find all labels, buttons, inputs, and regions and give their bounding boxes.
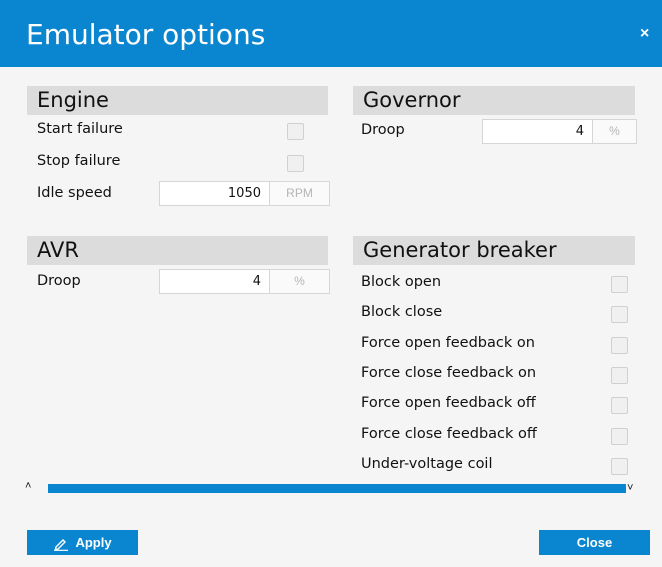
avr-droop-value[interactable]: 4 <box>160 270 270 293</box>
start-failure-label: Start failure <box>37 121 123 137</box>
pencil-icon <box>54 538 69 551</box>
idle-speed-unit: RPM <box>270 182 329 205</box>
governor-droop-unit: % <box>593 120 636 143</box>
scroll-up-icon[interactable]: ˄ <box>25 480 31 492</box>
block-open-checkbox[interactable] <box>611 276 628 293</box>
block-open-label: Block open <box>361 274 442 290</box>
under-voltage-coil-label: Under-voltage coil <box>361 456 493 472</box>
governor-droop-input[interactable]: 4 % <box>482 119 637 144</box>
under-voltage-coil-checkbox[interactable] <box>611 458 628 475</box>
force-open-feedback-off-checkbox[interactable] <box>611 397 628 414</box>
force-close-feedback-on-checkbox[interactable] <box>611 367 628 384</box>
generator-breaker-section-header: Generator breaker <box>353 236 635 265</box>
force-close-feedback-off-label: Force close feedback off <box>361 426 537 442</box>
avr-droop-label: Droop <box>37 273 81 289</box>
avr-droop-unit: % <box>270 270 329 293</box>
governor-droop-label: Droop <box>361 122 405 138</box>
block-close-checkbox[interactable] <box>611 306 628 323</box>
force-open-feedback-off-label: Force open feedback off <box>361 395 536 411</box>
close-button[interactable]: Close <box>539 530 650 555</box>
title-bar: Emulator options × <box>0 0 662 67</box>
close-button-label: Close <box>576 535 613 550</box>
horizontal-scrollbar[interactable] <box>48 484 626 493</box>
generator-breaker-section-title: Generator breaker <box>363 238 557 262</box>
stop-failure-label: Stop failure <box>37 153 121 169</box>
start-failure-checkbox[interactable] <box>287 123 304 140</box>
apply-button-label: Apply <box>75 535 112 550</box>
engine-section-header: Engine <box>27 86 328 115</box>
window-title: Emulator options <box>26 18 266 51</box>
scroll-down-icon[interactable]: ˅ <box>627 482 633 494</box>
force-open-feedback-on-label: Force open feedback on <box>361 335 535 351</box>
block-close-label: Block close <box>361 304 443 320</box>
close-icon[interactable]: × <box>640 25 649 43</box>
force-open-feedback-on-checkbox[interactable] <box>611 337 628 354</box>
engine-section-title: Engine <box>37 88 109 112</box>
idle-speed-label: Idle speed <box>37 185 112 201</box>
idle-speed-value[interactable]: 1050 <box>160 182 270 205</box>
governor-section-title: Governor <box>363 88 461 112</box>
apply-button[interactable]: Apply <box>27 530 138 555</box>
force-close-feedback-on-label: Force close feedback on <box>361 365 537 381</box>
idle-speed-input[interactable]: 1050 RPM <box>159 181 330 206</box>
stop-failure-checkbox[interactable] <box>287 155 304 172</box>
force-close-feedback-off-checkbox[interactable] <box>611 428 628 445</box>
avr-section-title: AVR <box>37 238 79 262</box>
avr-section-header: AVR <box>27 236 328 265</box>
governor-droop-value[interactable]: 4 <box>483 120 593 143</box>
governor-section-header: Governor <box>353 86 635 115</box>
avr-droop-input[interactable]: 4 % <box>159 269 330 294</box>
